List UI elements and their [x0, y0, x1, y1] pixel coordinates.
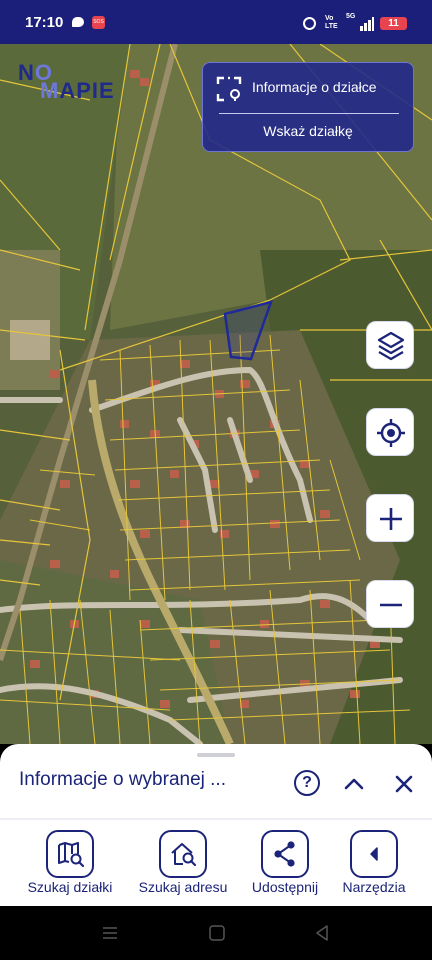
parcel-info-header[interactable]: Informacje o działce: [203, 63, 413, 111]
battery-icon: 11: [380, 17, 407, 30]
sos-icon: SOS: [92, 16, 105, 29]
share-icon: [261, 830, 309, 878]
sheet-drag-handle[interactable]: [197, 753, 235, 757]
tool-label: Szukaj adresu: [138, 879, 228, 895]
close-icon[interactable]: [390, 770, 418, 798]
tool-label: Narzędzia: [342, 879, 406, 895]
network-type: 5G: [346, 13, 356, 20]
parcel-info-title: Informacje o działce: [252, 79, 377, 95]
search-address-button[interactable]: Szukaj adresu: [128, 830, 238, 900]
zoom-out-button[interactable]: [366, 580, 414, 628]
menu-icon[interactable]: [101, 924, 119, 942]
bottom-sheet[interactable]: Informacje o wybranej ... ? Szukaj dział…: [0, 744, 432, 906]
layers-icon: [377, 331, 405, 361]
status-time: 17:10: [25, 14, 64, 31]
message-icon: [72, 17, 84, 27]
divider: [219, 113, 399, 114]
back-icon[interactable]: [313, 924, 331, 942]
tools-button[interactable]: Narzędzia: [319, 830, 429, 900]
home-search-icon: [159, 830, 207, 878]
locate-button[interactable]: [366, 408, 414, 456]
status-bar: 17:10 SOS Vo LTE 5G 11: [0, 0, 432, 44]
divider: [0, 818, 432, 820]
home-icon[interactable]: [208, 924, 226, 942]
search-parcel-button[interactable]: Szukaj działki: [15, 830, 125, 900]
parcel-select-icon: [216, 76, 242, 102]
help-button[interactable]: ?: [294, 770, 320, 796]
toolbar: Szukaj działki Szukaj adresu Udostępnij …: [0, 830, 432, 900]
chevron-up-icon[interactable]: [340, 770, 368, 798]
volte-icon: Vo LTE: [325, 15, 338, 30]
alarm-icon: [303, 17, 316, 30]
parcel-info-panel[interactable]: Informacje o działce Wskaż działkę: [202, 62, 414, 152]
locate-icon: [377, 419, 405, 447]
layers-button[interactable]: [366, 321, 414, 369]
tool-label: Szukaj działki: [27, 879, 113, 895]
signal-icon: 5G: [346, 13, 374, 31]
point-parcel-button[interactable]: Wskaż działkę: [203, 123, 413, 139]
chevron-left-icon: [350, 830, 398, 878]
map-search-icon: [46, 830, 94, 878]
plus-icon: [380, 508, 402, 530]
system-nav-bar: [0, 906, 432, 960]
minus-icon: [380, 603, 402, 607]
sheet-title: Informacje o wybranej ...: [19, 769, 226, 790]
nomapie-logo: NO MAPIE: [18, 60, 115, 103]
zoom-in-button[interactable]: [366, 494, 414, 542]
